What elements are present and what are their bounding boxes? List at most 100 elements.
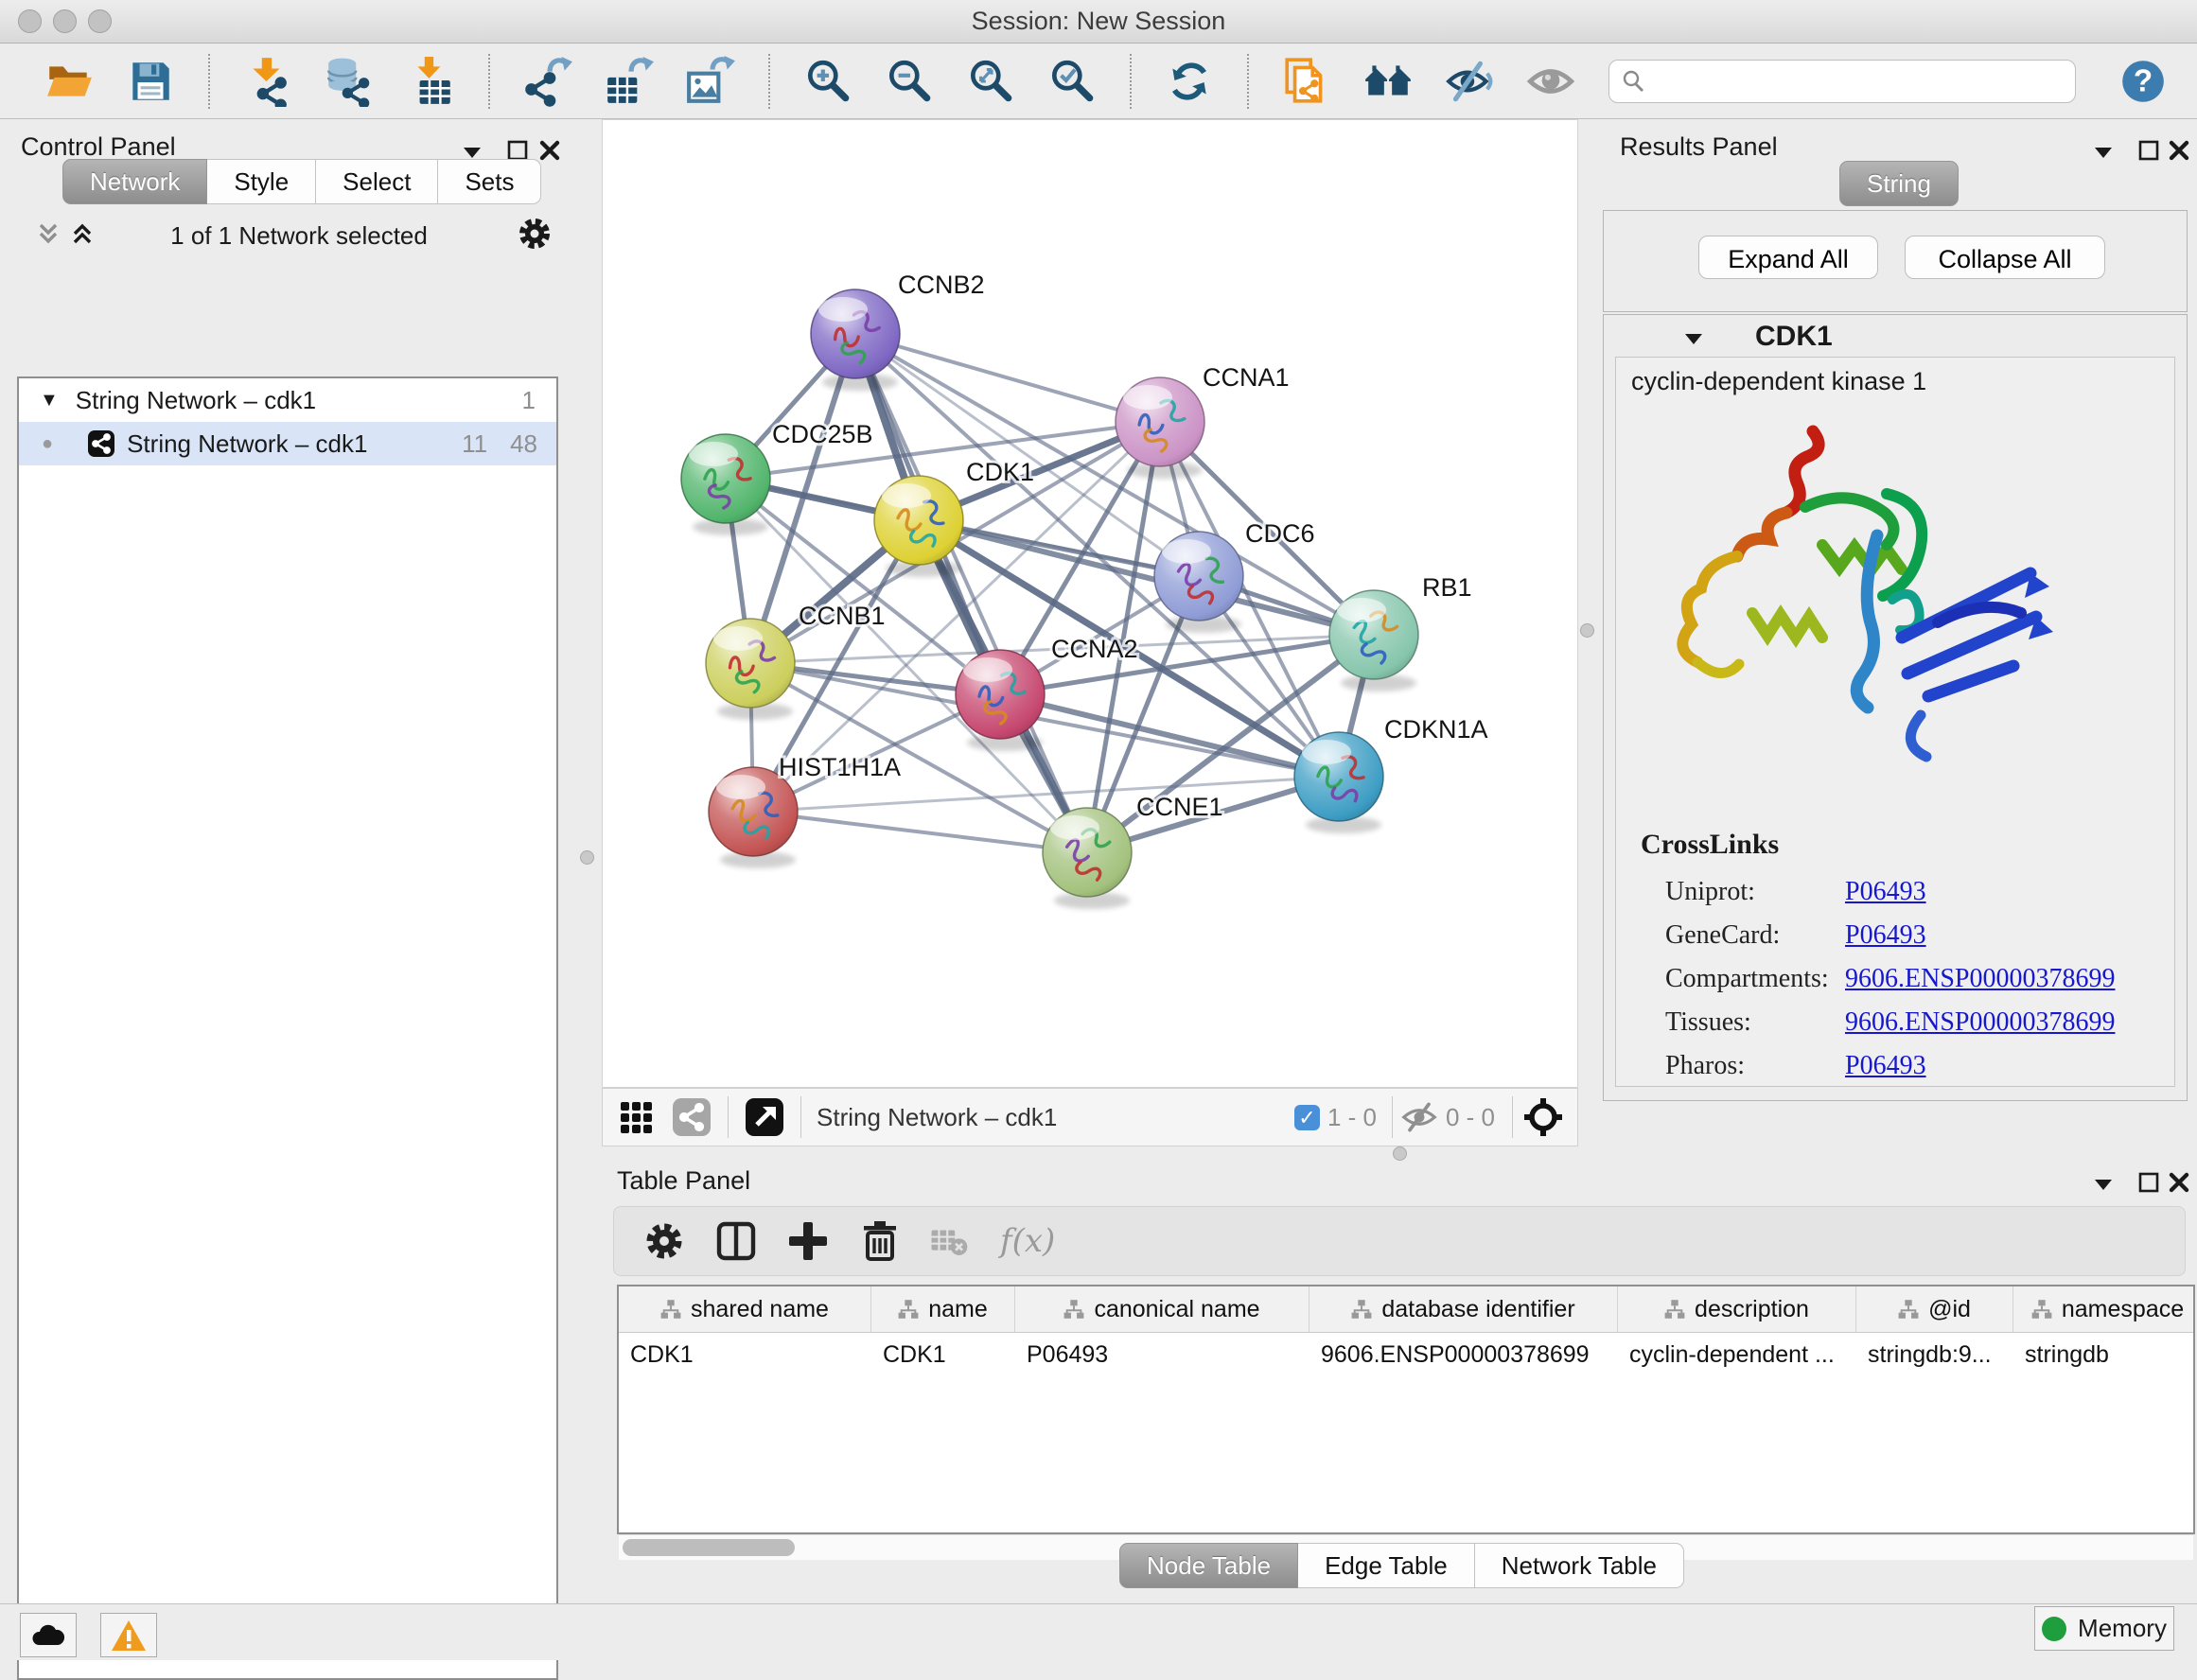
column-header--id[interactable]: @id (1856, 1286, 2013, 1332)
export-table-icon[interactable] (604, 56, 655, 107)
tab-style[interactable]: Style (207, 159, 316, 204)
annotation-mode-icon[interactable] (671, 1096, 712, 1138)
selected-checkbox-icon[interactable]: ✓ (1294, 1105, 1320, 1130)
open-session-icon[interactable] (44, 56, 95, 107)
column-header-description[interactable]: description (1618, 1286, 1856, 1332)
network-collection-row[interactable]: ▼ String Network – cdk1 1 (19, 378, 556, 422)
table-cell[interactable]: CDK1 (619, 1333, 871, 1376)
node-label-CDK1: CDK1 (966, 458, 1034, 486)
expand-all-button[interactable]: Expand All (1698, 236, 1878, 279)
crosslink-link[interactable]: P06493 (1845, 920, 2157, 951)
search-field[interactable] (1608, 60, 2076, 103)
scrollbar-thumb[interactable] (623, 1539, 795, 1556)
crosslink-link[interactable]: P06493 (1845, 1051, 2157, 1081)
help-icon[interactable]: ? (2118, 56, 2169, 107)
column-header-database-identifier[interactable]: database identifier (1309, 1286, 1618, 1332)
column-header-namespace[interactable]: namespace (2013, 1286, 2195, 1332)
table-row[interactable]: CDK1CDK1P064939606.ENSP00000378699cyclin… (619, 1333, 2193, 1376)
column-label: namespace (2062, 1296, 2184, 1323)
export-network-icon[interactable] (522, 56, 573, 107)
close-panel-icon[interactable] (2167, 138, 2191, 163)
float-panel-icon[interactable] (2136, 138, 2161, 163)
panel-menu-icon[interactable] (2091, 140, 2116, 165)
birdseye-view-icon[interactable] (744, 1096, 785, 1138)
network-view-canvas[interactable]: CCNB2CCNA1CDC25BCDK1CDC6RB1CCNB1CCNA2CDK… (602, 119, 1578, 1088)
export-image-icon[interactable] (685, 56, 736, 107)
network-options-gear-icon[interactable] (517, 216, 553, 252)
crosslink-label: Tissues: (1665, 1007, 1845, 1038)
network-node-HIST1H1A[interactable]: HIST1H1A (709, 753, 901, 868)
create-column-plus-icon[interactable] (784, 1217, 832, 1265)
crosslink-link[interactable]: 9606.ENSP00000378699 (1845, 1007, 2157, 1038)
tab-network[interactable]: Network (62, 159, 207, 204)
section-expander-icon[interactable] (1681, 326, 1706, 351)
tab-select[interactable]: Select (316, 159, 438, 204)
minimize-window-icon[interactable] (53, 9, 77, 33)
tree-expander-icon[interactable]: ▼ (40, 390, 59, 411)
node-table[interactable]: shared namenamecanonical namedatabase id… (617, 1285, 2195, 1534)
column-header-canonical-name[interactable]: canonical name (1015, 1286, 1309, 1332)
network-selection-status: 1 of 1 Network selected (0, 221, 598, 251)
show-all-houses-icon[interactable] (1362, 56, 1414, 107)
panel-menu-icon[interactable] (2091, 1172, 2116, 1197)
main-toolbar: ? (0, 44, 2197, 119)
clone-network-icon[interactable] (1281, 56, 1332, 107)
hide-selected-eye-icon[interactable] (1444, 56, 1495, 107)
table-panel-title: Table Panel (617, 1166, 750, 1196)
grid-mode-icon[interactable] (616, 1096, 658, 1138)
network-node-RB1[interactable]: RB1 (1329, 573, 1472, 691)
table-options-gear-icon[interactable] (641, 1217, 688, 1265)
zoom-in-icon[interactable] (802, 56, 853, 107)
warnings-button[interactable] (100, 1613, 157, 1657)
cloud-status-button[interactable] (20, 1613, 77, 1657)
column-tree-icon (2031, 1299, 2052, 1320)
right-splitter-handle[interactable] (1580, 623, 1594, 638)
string-network-graph[interactable]: CCNB2CCNA1CDC25BCDK1CDC6RB1CCNB1CCNA2CDK… (603, 120, 1577, 1087)
table-cell[interactable]: P06493 (1015, 1333, 1309, 1376)
delete-column-trash-icon[interactable] (856, 1217, 904, 1265)
delete-table-icon-disabled (928, 1220, 970, 1262)
search-input[interactable] (1653, 66, 2075, 96)
close-window-icon[interactable] (18, 9, 42, 33)
tab-node-table[interactable]: Node Table (1119, 1543, 1298, 1588)
column-label: description (1695, 1296, 1809, 1323)
memory-button[interactable]: Memory (2034, 1606, 2174, 1651)
crosslink-link[interactable]: P06493 (1845, 877, 2157, 907)
collapse-all-button[interactable]: Collapse All (1905, 236, 2105, 279)
apply-layout-icon[interactable] (1164, 56, 1215, 107)
show-hidden-eye-icon[interactable] (1525, 56, 1576, 107)
zoom-fit-icon[interactable] (965, 56, 1016, 107)
save-session-icon[interactable] (125, 56, 176, 107)
results-panel-title: Results Panel (1620, 132, 1778, 162)
column-header-shared-name[interactable]: shared name (619, 1286, 871, 1332)
zoom-selected-icon[interactable] (1046, 56, 1098, 107)
table-cell[interactable]: cyclin-dependent ... (1618, 1333, 1856, 1376)
tab-string[interactable]: String (1839, 161, 1959, 206)
network-row-selected[interactable]: ● String Network – cdk1 11 48 (19, 422, 556, 465)
table-cell[interactable]: stringdb:9... (1856, 1333, 2013, 1376)
float-panel-icon[interactable] (2136, 1170, 2161, 1195)
crosslink-link[interactable]: 9606.ENSP00000378699 (1845, 964, 2157, 994)
crosslink-row: GeneCard:P06493 (1665, 914, 2157, 957)
table-cell[interactable]: CDK1 (871, 1333, 1015, 1376)
toolbar-separator (1130, 54, 1132, 109)
import-network-database-icon[interactable] (324, 56, 375, 107)
tab-network-table[interactable]: Network Table (1475, 1543, 1684, 1588)
fit-selection-target-icon[interactable] (1522, 1096, 1564, 1138)
tab-sets[interactable]: Sets (438, 159, 541, 204)
tab-edge-table[interactable]: Edge Table (1298, 1543, 1475, 1588)
close-panel-icon[interactable] (2167, 1170, 2191, 1195)
show-columns-icon[interactable] (712, 1217, 760, 1265)
column-header-name[interactable]: name (871, 1286, 1015, 1332)
network-node-CDKN1A[interactable]: CDKN1A (1294, 715, 1488, 833)
section-node-title: CDK1 (1755, 321, 1833, 353)
network-view-toolbar: String Network – cdk1 ✓ 1 - 0 0 - 0 (602, 1088, 1578, 1146)
table-cell[interactable]: stringdb (2013, 1333, 2195, 1376)
zoom-out-icon[interactable] (884, 56, 935, 107)
left-splitter-handle[interactable] (580, 850, 594, 865)
import-network-file-icon[interactable] (242, 56, 293, 107)
maximize-window-icon[interactable] (88, 9, 112, 33)
table-cell[interactable]: 9606.ENSP00000378699 (1309, 1333, 1618, 1376)
import-table-file-icon[interactable] (405, 56, 456, 107)
memory-status-dot (2042, 1617, 2066, 1641)
